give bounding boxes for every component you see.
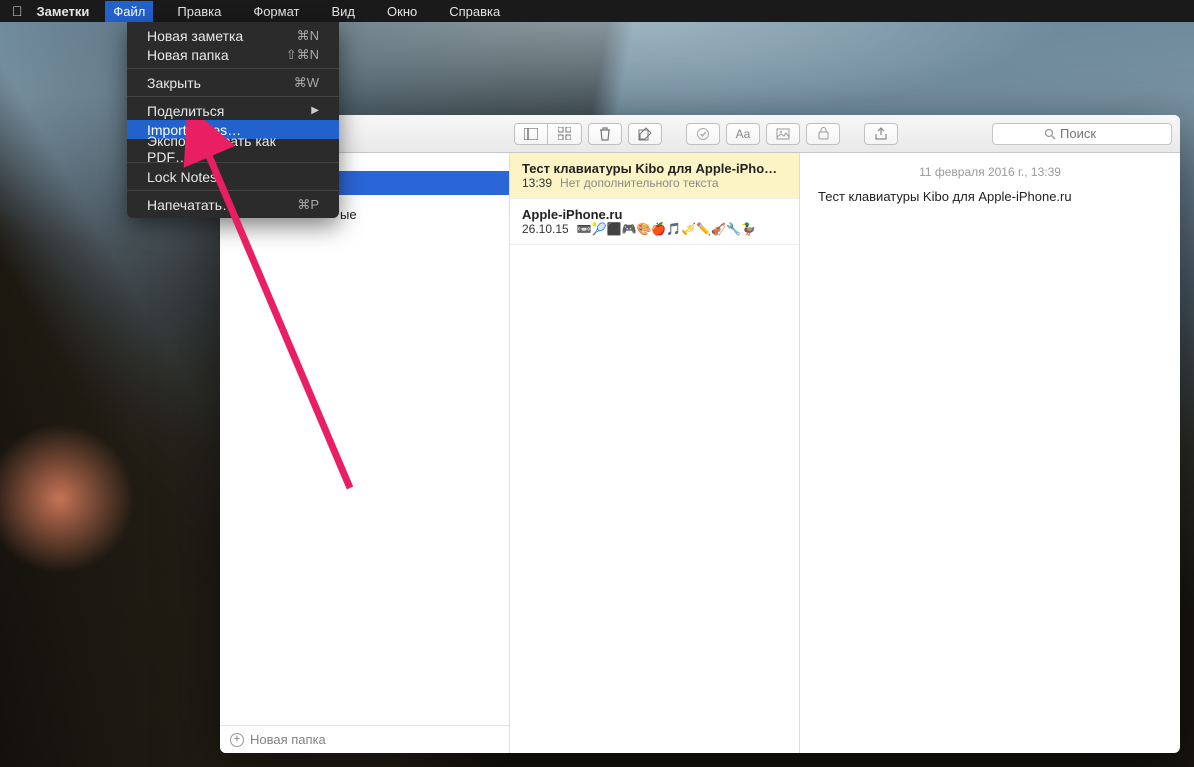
menu-window[interactable]: Окно	[379, 1, 425, 22]
format-button[interactable]: Aa	[726, 123, 760, 145]
app-name[interactable]: Заметки	[37, 4, 90, 19]
menu-item-print[interactable]: Напечатать… ⌘P	[127, 195, 339, 214]
note-title: Apple-iPhone.ru	[522, 207, 787, 222]
menu-format[interactable]: Формат	[245, 1, 307, 22]
note-preview: 📼🎾⬛🎮🎨🍎🎵🎺✏️🎻🔧🦆	[577, 222, 756, 236]
note-row[interactable]: Тест клавиатуры Kibo для Apple-iPho… 13:…	[510, 153, 799, 199]
note-editor[interactable]: 11 февраля 2016 г., 13:39 Тест клавиатур…	[800, 153, 1180, 753]
share-button[interactable]	[864, 123, 898, 145]
compose-icon	[638, 127, 652, 141]
new-folder-label: Новая папка	[250, 732, 326, 747]
menu-view[interactable]: Вид	[324, 1, 364, 22]
list-view-button[interactable]	[514, 123, 548, 145]
note-preview: Нет дополнительного текста	[560, 176, 718, 190]
notes-window: Aa + Новая папка Тест клав	[220, 115, 1180, 753]
compose-button[interactable]	[628, 123, 662, 145]
menubar:  Заметки Файл Правка Формат Вид Окно Сп…	[0, 0, 1194, 22]
list-view-icon	[524, 128, 538, 140]
attachment-button[interactable]	[766, 123, 800, 145]
trash-icon	[599, 127, 611, 141]
file-menu-dropdown: Новая заметка ⌘N Новая папка ⇧⌘N Закрыть…	[127, 22, 339, 218]
menu-item-shortcut: ⌘N	[297, 28, 319, 44]
menu-separator	[127, 190, 339, 191]
menu-help[interactable]: Справка	[441, 1, 508, 22]
folders-sidebar: + Новая папка	[220, 153, 510, 753]
toolbar: Aa	[220, 115, 1180, 153]
menu-item-new-folder[interactable]: Новая папка ⇧⌘N	[127, 45, 339, 64]
note-title: Тест клавиатуры Kibo для Apple-iPho…	[522, 161, 787, 176]
menu-separator	[127, 96, 339, 97]
menu-item-close[interactable]: Закрыть ⌘W	[127, 73, 339, 92]
menu-item-lock-notes[interactable]: Lock Notes	[127, 167, 339, 186]
note-row[interactable]: Apple-iPhone.ru 26.10.15 📼🎾⬛🎮🎨🍎🎵🎺✏️🎻🔧🦆	[510, 199, 799, 245]
plus-icon: +	[230, 733, 244, 747]
menu-item-shortcut: ⌘P	[297, 197, 319, 213]
search-icon	[1044, 128, 1056, 140]
menu-item-label: Новая папка	[147, 47, 229, 63]
window-content: + Новая папка Тест клавиатуры Kibo для A…	[220, 153, 1180, 753]
menu-item-new-note[interactable]: Новая заметка ⌘N	[127, 26, 339, 45]
note-time: 13:39	[522, 176, 552, 190]
view-toggle-group	[514, 123, 582, 145]
menu-item-label: Напечатать…	[147, 197, 236, 213]
note-date: 11 февраля 2016 г., 13:39	[818, 165, 1162, 179]
menu-file[interactable]: Файл	[105, 1, 153, 22]
menu-item-label: Поделиться	[147, 103, 224, 119]
menu-item-label: Lock Notes	[147, 169, 217, 185]
checklist-icon	[696, 127, 710, 141]
grid-view-button[interactable]	[548, 123, 582, 145]
share-icon	[875, 127, 887, 141]
sidebar-footer[interactable]: + Новая папка	[220, 725, 509, 753]
menu-item-label: Новая заметка	[147, 28, 243, 44]
menu-item-label: Закрыть	[147, 75, 201, 91]
notes-list: Тест клавиатуры Kibo для Apple-iPho… 13:…	[510, 153, 800, 753]
trash-button[interactable]	[588, 123, 622, 145]
lock-icon	[818, 127, 829, 140]
submenu-arrow-icon: ▶	[311, 105, 319, 116]
menu-separator	[127, 68, 339, 69]
checklist-button[interactable]	[686, 123, 720, 145]
menu-item-label: Экспортировать как PDF…	[147, 133, 319, 165]
menu-item-share[interactable]: Поделиться ▶	[127, 101, 339, 120]
grid-view-icon	[558, 127, 571, 140]
note-time: 26.10.15	[522, 222, 569, 236]
note-body[interactable]: Тест клавиатуры Kibo для Apple-iPhone.ru	[818, 189, 1162, 204]
lock-button[interactable]	[806, 123, 840, 145]
menu-edit[interactable]: Правка	[169, 1, 229, 22]
search-field[interactable]	[992, 123, 1172, 145]
apple-menu-icon[interactable]: 	[12, 3, 23, 19]
search-input[interactable]	[1060, 126, 1120, 141]
partial-sidebar-text: ые	[340, 207, 357, 222]
attachment-icon	[776, 128, 790, 140]
menu-item-shortcut: ⇧⌘N	[286, 47, 319, 63]
menu-item-shortcut: ⌘W	[294, 75, 319, 91]
menu-item-export-pdf[interactable]: Экспортировать как PDF…	[127, 139, 339, 158]
